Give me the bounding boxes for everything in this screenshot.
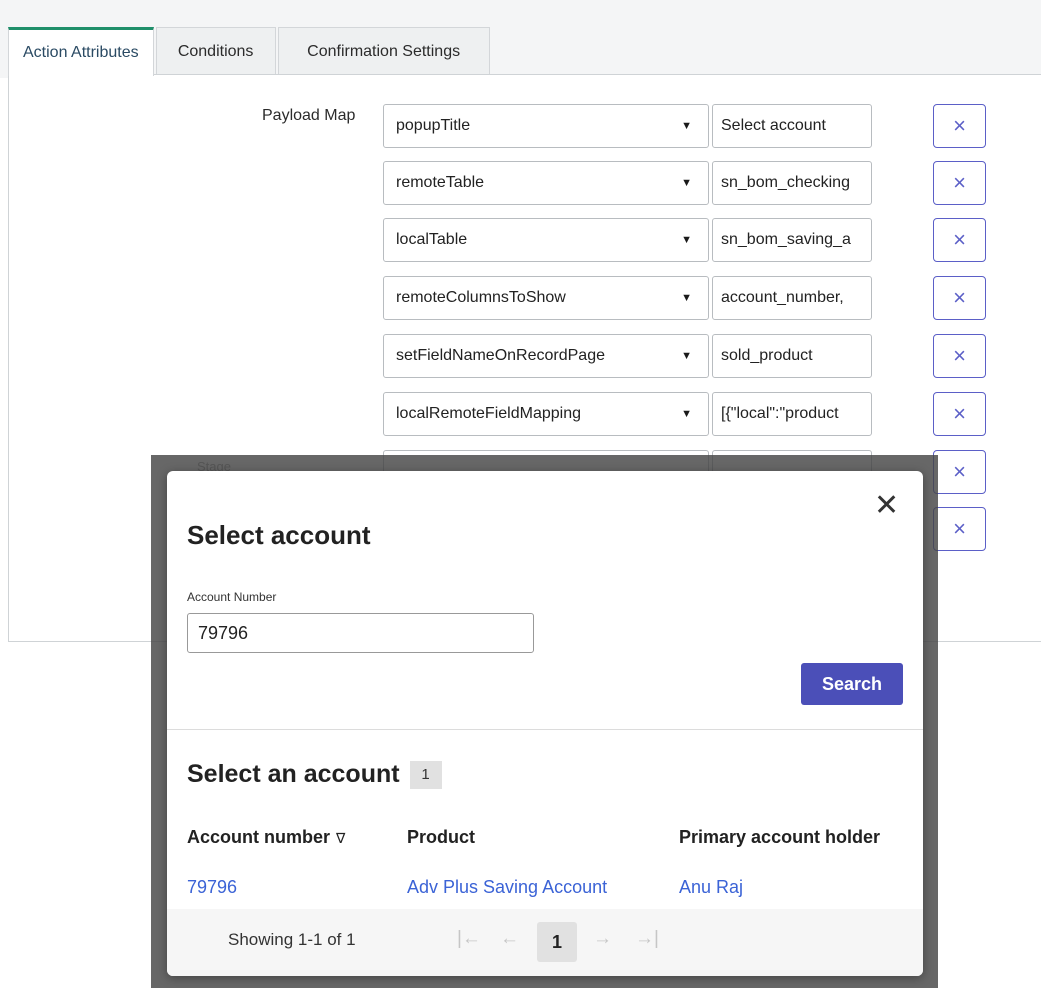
payload-key-select[interactable]: localRemoteFieldMapping ▼ <box>383 392 709 436</box>
column-label: Account number <box>187 827 331 847</box>
close-icon: × <box>953 459 966 484</box>
prev-page-icon[interactable]: ← <box>500 928 519 950</box>
payload-value-input[interactable]: [{"local":"product <box>712 392 872 436</box>
caret-down-icon: ▼ <box>681 234 692 246</box>
payload-row: localTable ▼ sn_bom_saving_a <box>383 218 872 262</box>
remove-row-button[interactable]: × <box>933 392 986 436</box>
results-count-badge: 1 <box>409 760 442 789</box>
payload-key-select[interactable]: localTable ▼ <box>383 218 709 262</box>
payload-key-value: remoteColumnsToShow <box>396 289 566 306</box>
tab-action-attributes[interactable]: Action Attributes <box>8 27 154 76</box>
payload-key-value: setFieldNameOnRecordPage <box>396 347 605 364</box>
column-header-product[interactable]: Product <box>407 827 475 848</box>
payload-key-value: localTable <box>396 231 468 248</box>
pagination-summary: Showing 1-1 of 1 <box>228 930 356 949</box>
caret-down-icon: ▼ <box>681 350 692 362</box>
payload-row: localRemoteFieldMapping ▼ [{"local":"prod… <box>383 392 872 436</box>
payload-value-input[interactable]: sn_bom_checking <box>712 161 872 205</box>
filter-icon[interactable]: ∇ <box>336 830 345 846</box>
caret-down-icon: ▼ <box>681 292 692 304</box>
remove-row-button[interactable]: × <box>933 507 986 551</box>
search-button[interactable]: Search <box>801 663 903 705</box>
payload-value-input[interactable]: account_number, <box>712 276 872 320</box>
results-title: Select an account <box>187 760 400 788</box>
select-account-modal: ✕ Select account Account Number 79796 Se… <box>167 471 923 976</box>
remove-row-button[interactable]: × <box>933 334 986 378</box>
payload-key-value: remoteTable <box>396 174 485 191</box>
payload-key-value: popupTitle <box>396 117 471 134</box>
caret-down-icon: ▼ <box>681 408 692 420</box>
payload-map-label: Payload Map <box>262 107 356 124</box>
column-header-primary-account-holder[interactable]: Primary account holder <box>679 827 880 848</box>
payload-value-input[interactable]: sn_bom_saving_a <box>712 218 872 262</box>
remove-row-button[interactable]: × <box>933 104 986 148</box>
results-heading: Select an account 1 <box>187 760 442 789</box>
modal-title: Select account <box>187 520 371 550</box>
payload-key-select[interactable]: popupTitle ▼ <box>383 104 709 148</box>
payload-key-select[interactable]: remoteColumnsToShow ▼ <box>383 276 709 320</box>
payload-key-select[interactable]: remoteTable ▼ <box>383 161 709 205</box>
cell-product-link[interactable]: Adv Plus Saving Account <box>407 877 607 898</box>
column-header-account-number[interactable]: Account number ∇ <box>187 827 345 848</box>
close-icon: × <box>953 170 966 195</box>
payload-value-input[interactable]: Select account <box>712 104 872 148</box>
close-icon: × <box>953 285 966 310</box>
close-icon: × <box>953 343 966 368</box>
first-page-icon[interactable]: |← <box>457 928 481 950</box>
account-number-label: Account Number <box>187 590 277 604</box>
remove-row-button[interactable]: × <box>933 161 986 205</box>
close-icon: ✕ <box>874 489 900 522</box>
remove-row-button[interactable]: × <box>933 276 986 320</box>
close-modal-button[interactable]: ✕ <box>874 491 899 521</box>
divider <box>167 729 923 730</box>
payload-row: remoteTable ▼ sn_bom_checking <box>383 161 872 205</box>
payload-row: popupTitle ▼ Select account <box>383 104 872 148</box>
close-icon: × <box>953 516 966 541</box>
page-number-button[interactable]: 1 <box>537 922 577 962</box>
caret-down-icon: ▼ <box>681 120 692 132</box>
remove-row-button[interactable]: × <box>933 450 986 494</box>
payload-row: setFieldNameOnRecordPage ▼ sold_product <box>383 334 872 378</box>
tab-confirmation-settings[interactable]: Confirmation Settings <box>277 27 490 75</box>
close-icon: × <box>953 227 966 252</box>
close-icon: × <box>953 113 966 138</box>
cell-account-number-link[interactable]: 79796 <box>187 877 237 898</box>
cell-holder-link[interactable]: Anu Raj <box>679 877 743 898</box>
payload-key-value: localRemoteFieldMapping <box>396 405 581 422</box>
tab-conditions[interactable]: Conditions <box>155 27 276 75</box>
last-page-icon[interactable]: →| <box>635 928 659 950</box>
payload-key-select[interactable]: setFieldNameOnRecordPage ▼ <box>383 334 709 378</box>
tab-bar: Action Attributes Conditions Confirmatio… <box>8 27 492 76</box>
remove-row-button[interactable]: × <box>933 218 986 262</box>
next-page-icon[interactable]: → <box>593 928 612 950</box>
close-icon: × <box>953 401 966 426</box>
payload-row: remoteColumnsToShow ▼ account_number, <box>383 276 872 320</box>
account-number-input[interactable]: 79796 <box>187 613 534 653</box>
caret-down-icon: ▼ <box>681 177 692 189</box>
payload-value-input[interactable]: sold_product <box>712 334 872 378</box>
